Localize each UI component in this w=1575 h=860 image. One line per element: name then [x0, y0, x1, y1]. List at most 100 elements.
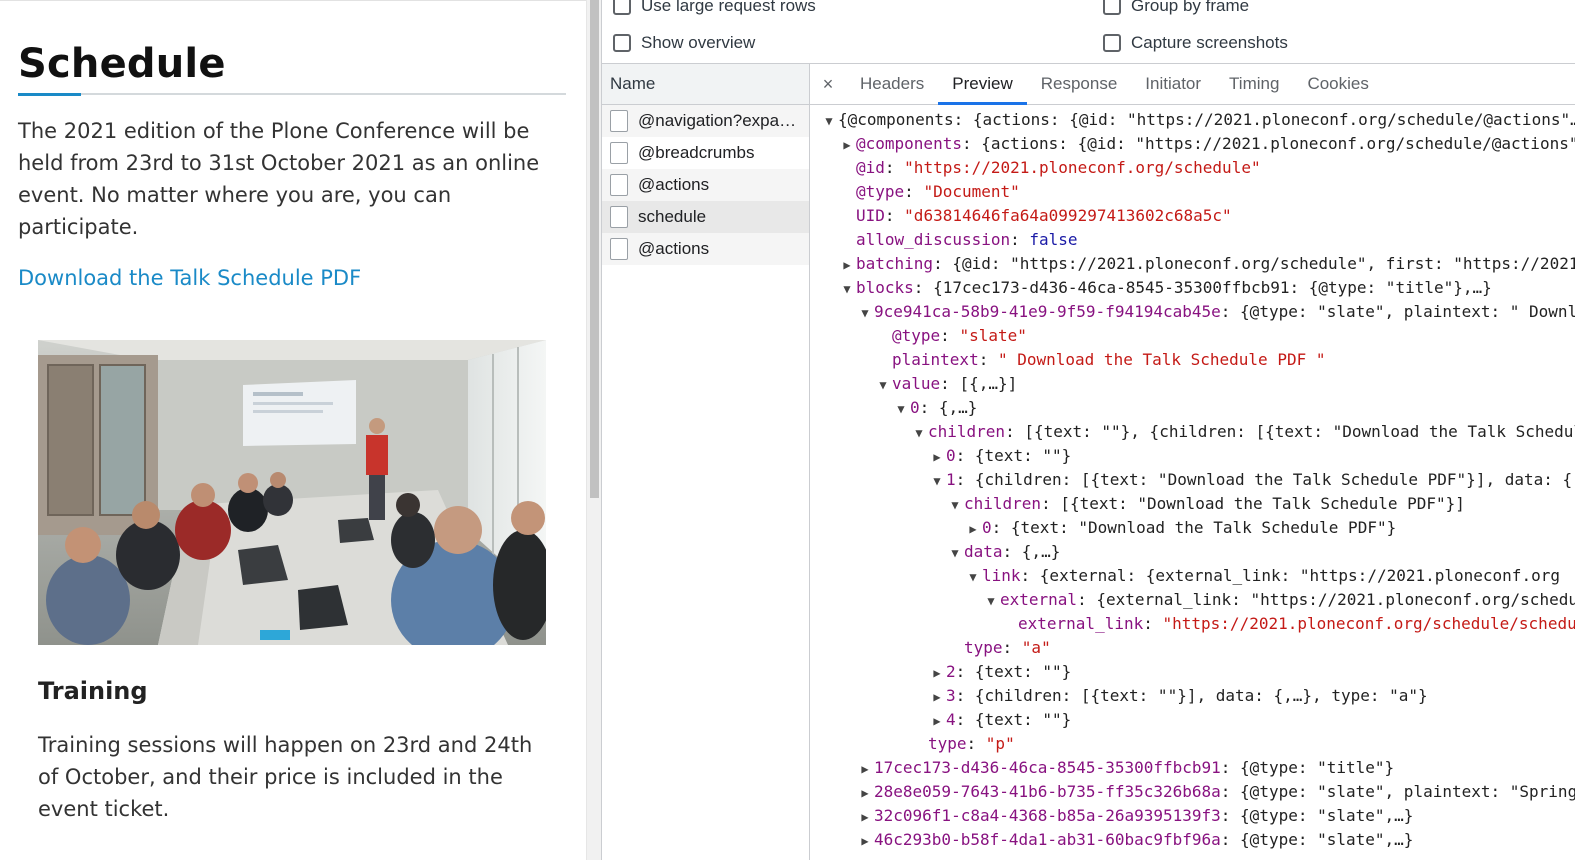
tree-node[interactable]: ▼ data: {,…}: [946, 540, 1060, 564]
tree-value: : [{text: "Download the Talk Schedule PD…: [1041, 494, 1465, 513]
name-column-header[interactable]: Name: [602, 64, 809, 105]
tree-node[interactable]: ▼ value: [{,…}]: [874, 372, 1017, 396]
request-row[interactable]: schedule: [602, 201, 809, 233]
tree-value: : {@type: "slate",…}: [1220, 806, 1414, 825]
intro-paragraph: The 2021 edition of the Plone Conference…: [18, 119, 540, 239]
expanded-arrow-icon[interactable]: ▼: [838, 277, 856, 301]
show-overview-option[interactable]: Show overview: [613, 31, 755, 55]
tree-value: :: [884, 206, 905, 225]
tree-key: link: [982, 566, 1021, 585]
expanded-arrow-icon[interactable]: ▼: [964, 565, 982, 589]
request-row[interactable]: @breadcrumbs: [602, 137, 809, 169]
collapsed-arrow-icon[interactable]: ▶: [856, 781, 874, 805]
collapsed-arrow-icon[interactable]: ▶: [928, 445, 946, 469]
tree-node[interactable]: ▶ 2: {text: ""}: [928, 660, 1071, 684]
page-scrollbar-thumb[interactable]: [590, 0, 599, 498]
tree-value: : {children: [{text: "Download the Talk …: [955, 470, 1575, 489]
tab-initiator[interactable]: Initiator: [1131, 64, 1215, 104]
tree-node[interactable]: ▶ 0: {text: "Download the Talk Schedule P…: [964, 516, 1396, 540]
download-schedule-pdf-link[interactable]: Download the Talk Schedule PDF: [18, 266, 361, 290]
request-row[interactable]: @actions: [602, 233, 809, 265]
tree-key: @type: [892, 326, 941, 345]
capture-screenshots-checkbox[interactable]: [1103, 34, 1121, 52]
tree-value: :: [904, 182, 924, 201]
tree-value: : [{,…}]: [940, 374, 1018, 393]
tree-node[interactable]: ▼ blocks: {17cec173-d436-46ca-8545-35300f…: [838, 276, 1492, 301]
request-row[interactable]: @navigation?expa…: [602, 105, 809, 137]
expanded-arrow-icon[interactable]: ▼: [874, 373, 892, 397]
tree-node[interactable]: ▶ 17cec173-d436-46ca-8545-35300ffbcb91: {…: [856, 756, 1394, 780]
request-row[interactable]: @actions: [602, 169, 809, 201]
tree-node[interactable]: ▼ 1: {children: [{text: "Download the Tal…: [928, 468, 1575, 492]
collapsed-arrow-icon[interactable]: ▶: [928, 709, 946, 733]
collapsed-arrow-icon[interactable]: ▶: [856, 829, 874, 853]
tree-value: : {@type: "slate",…}: [1220, 830, 1414, 849]
tree-key: blocks: [856, 278, 914, 297]
collapsed-arrow-icon[interactable]: ▶: [838, 133, 856, 157]
capture-screenshots-label: Capture screenshots: [1131, 33, 1288, 52]
tree-node[interactable]: ▶ batching: {@id: "https://2021.ploneconf…: [838, 252, 1575, 276]
expanded-arrow-icon[interactable]: ▼: [946, 541, 964, 565]
expanded-arrow-icon[interactable]: ▼: [910, 421, 928, 445]
tree-key: type: [964, 638, 1003, 657]
tree-node: @type: "slate": [874, 324, 1027, 348]
group-by-frame-option[interactable]: Group by frame: [1103, 0, 1249, 18]
tree-node[interactable]: ▼ link: {external: {external_link: "https…: [964, 564, 1560, 588]
tab-cookies[interactable]: Cookies: [1293, 64, 1382, 104]
capture-screenshots-option[interactable]: Capture screenshots: [1103, 31, 1288, 55]
tree-string-value: " Download the Talk Schedule PDF ": [997, 350, 1326, 369]
tree-node[interactable]: ▶ 4: {text: ""}: [928, 708, 1071, 732]
tree-key: @id: [856, 158, 885, 177]
use-large-rows-option[interactable]: Use large request rows: [613, 0, 816, 18]
tab-timing[interactable]: Timing: [1215, 64, 1293, 104]
show-overview-checkbox[interactable]: [613, 34, 631, 52]
tree-key: 32c096f1-c8a4-4368-b85a-26a9395139f3: [874, 806, 1221, 825]
request-name: @breadcrumbs: [638, 143, 755, 162]
tree-node[interactable]: ▶ 28e8e059-7643-41b6-b735-ff35c326b68a: {…: [856, 780, 1575, 804]
tree-node[interactable]: ▼ children: [{text: "Download the Talk Sc…: [946, 492, 1465, 516]
collapsed-arrow-icon[interactable]: ▶: [856, 805, 874, 829]
tree-value: : {17cec173-d436-46ca-8545-35300ffbcb91:…: [913, 278, 1492, 297]
group-by-frame-checkbox[interactable]: [1103, 0, 1121, 15]
tree-string-value: "slate": [959, 326, 1027, 345]
expanded-arrow-icon[interactable]: ▼: [820, 109, 838, 133]
training-paragraph: Training sessions will happen on 23rd an…: [38, 733, 533, 821]
tree-key: 4: [946, 710, 956, 729]
close-icon[interactable]: ×: [810, 64, 846, 104]
tree-value: : {external_link: "https://2021.plonecon…: [1077, 590, 1575, 609]
tree-node[interactable]: ▶ 46c293b0-b58f-4da1-ab31-60bac9fbf96a: {…: [856, 828, 1413, 852]
expanded-arrow-icon[interactable]: ▼: [928, 469, 946, 493]
use-large-rows-checkbox[interactable]: [613, 0, 631, 15]
expanded-arrow-icon[interactable]: ▼: [946, 493, 964, 517]
page-scrollbar[interactable]: [586, 0, 601, 860]
tab-response[interactable]: Response: [1027, 64, 1132, 104]
expanded-arrow-icon[interactable]: ▼: [982, 589, 1000, 613]
web-page: Schedule The 2021 edition of the Plone C…: [0, 0, 586, 860]
tab-preview[interactable]: Preview: [938, 64, 1028, 105]
tree-node[interactable]: ▼ external: {external_link: "https://2021…: [982, 588, 1575, 612]
tree-node[interactable]: ▼ 9ce941ca-58b9-41e9-9f59-f94194cab45e: {…: [856, 300, 1575, 324]
collapsed-arrow-icon[interactable]: ▶: [928, 661, 946, 685]
tree-key: @type: [856, 182, 905, 201]
collapsed-arrow-icon[interactable]: ▶: [838, 253, 856, 277]
tree-string-value: "https://2021.ploneconf.org/schedule": [904, 158, 1261, 177]
tree-node[interactable]: ▼ children: [{text: ""}, {children: [{tex…: [910, 420, 1575, 444]
tree-node[interactable]: ▶ @components: {actions: {@id: "https://2…: [838, 132, 1575, 156]
tab-headers[interactable]: Headers: [846, 64, 938, 104]
tree-value: : {text: ""}: [955, 446, 1072, 465]
collapsed-arrow-icon[interactable]: ▶: [856, 757, 874, 781]
tree-string-value: "https://2021.ploneconf.org/schedule/sch…: [1162, 614, 1575, 633]
tree-node[interactable]: ▶ 3: {children: [{text: ""}], data: {,…},…: [928, 684, 1427, 709]
tree-key: children: [928, 422, 1006, 441]
tree-node[interactable]: ▶ 0: {text: ""}: [928, 444, 1071, 468]
collapsed-arrow-icon[interactable]: ▶: [964, 517, 982, 541]
expanded-arrow-icon[interactable]: ▼: [892, 397, 910, 421]
tree-node[interactable]: ▼ 0: {,…}: [892, 396, 977, 420]
tree-value: :: [940, 326, 960, 345]
tree-key: data: [964, 542, 1003, 561]
expanded-arrow-icon[interactable]: ▼: [856, 301, 874, 325]
tree-key: 2: [946, 662, 956, 681]
collapsed-arrow-icon[interactable]: ▶: [928, 685, 946, 709]
tree-node[interactable]: ▼ {@components: {actions: {@id: "https://…: [820, 108, 1575, 132]
tree-node[interactable]: ▶ 32c096f1-c8a4-4368-b85a-26a9395139f3: {…: [856, 804, 1413, 828]
